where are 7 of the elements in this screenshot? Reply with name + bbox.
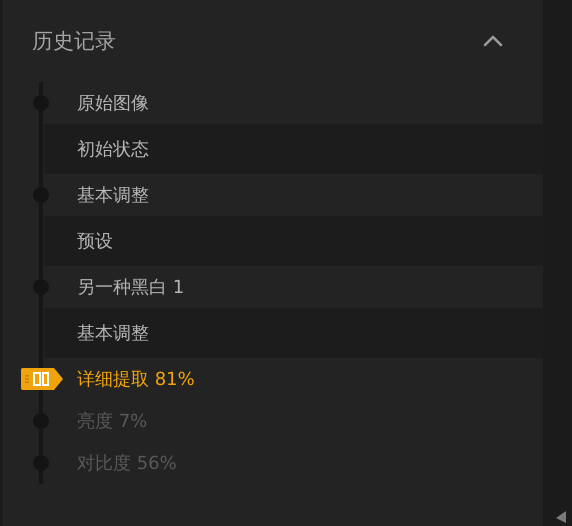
collapse-arrow-icon[interactable] [555, 510, 567, 524]
history-item[interactable]: 详细提取 81% [67, 358, 543, 400]
history-item[interactable]: 原始图像 [67, 82, 543, 124]
panel-title: 历史记录 [32, 28, 116, 55]
history-item[interactable]: 基本调整 [67, 174, 543, 216]
chevron-icon[interactable] [483, 35, 503, 47]
history-item[interactable]: 另一种黑白 1 [67, 266, 543, 308]
